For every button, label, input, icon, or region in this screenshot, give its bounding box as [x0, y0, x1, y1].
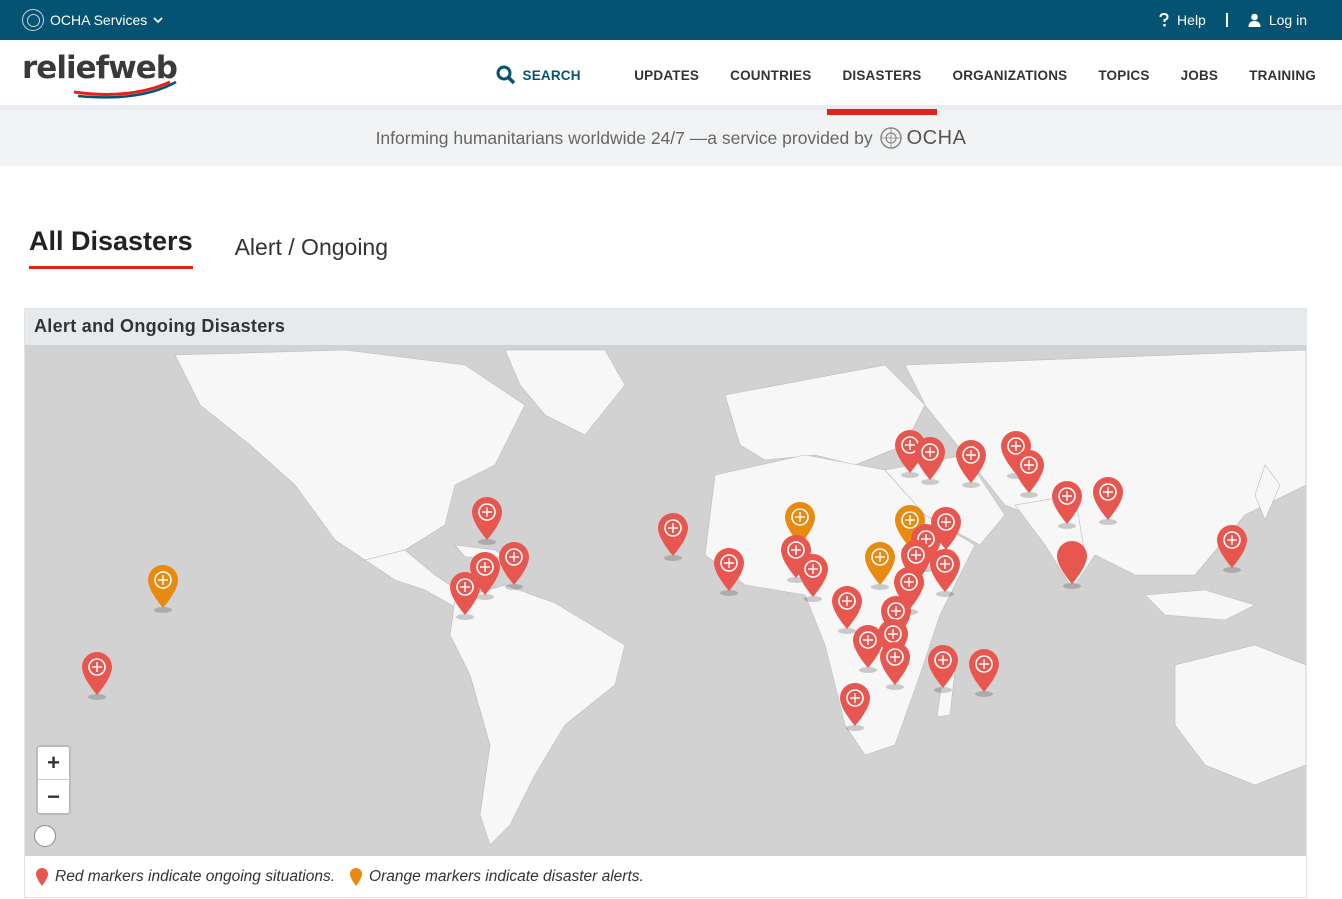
user-icon — [1248, 13, 1261, 27]
nav-jobs[interactable]: JOBS — [1165, 40, 1234, 110]
disaster-marker-epidemic[interactable] — [447, 569, 483, 621]
un-emblem-icon — [879, 127, 902, 149]
disaster-marker-storm[interactable] — [927, 546, 963, 598]
legend-red-text: Red markers indicate ongoing situations. — [55, 868, 336, 885]
disaster-marker-cyclone[interactable] — [925, 642, 961, 694]
disaster-marker-drought[interactable] — [145, 562, 181, 614]
nav-organizations[interactable]: ORGANIZATIONS — [937, 40, 1083, 110]
tagline-text: Informing humanitarians worldwide 24/7 —… — [375, 127, 873, 148]
disaster-marker-flood[interactable] — [1090, 474, 1126, 526]
nav-search[interactable]: SEARCH — [480, 40, 619, 110]
disaster-marker-drought[interactable] — [912, 434, 948, 486]
disaster-marker-drought[interactable] — [1011, 447, 1047, 499]
tagline: Informing humanitarians worldwide 24/7 —… — [0, 110, 1342, 166]
zoom-control: + − — [36, 745, 71, 815]
disaster-marker-biohazard[interactable] — [711, 545, 747, 597]
nav-search-label: SEARCH — [522, 67, 581, 83]
help-link[interactable]: Help — [1159, 12, 1206, 28]
ocha-logo: OCHA — [879, 126, 967, 150]
disaster-marker-flood[interactable] — [1049, 478, 1085, 530]
ocha-services-menu[interactable]: OCHA Services — [22, 9, 163, 31]
disaster-marker-none[interactable] — [1054, 538, 1090, 590]
disaster-marker-volcano[interactable] — [79, 649, 115, 701]
disaster-map[interactable]: + − — [25, 345, 1306, 856]
disaster-marker-biohazard[interactable] — [795, 551, 831, 603]
tab-alert-ongoing[interactable]: Alert / Ongoing — [235, 226, 388, 269]
attribution-icon[interactable] — [34, 825, 56, 847]
zoom-out-button[interactable]: − — [38, 780, 69, 813]
help-label: Help — [1177, 12, 1206, 28]
disaster-marker-cyclone[interactable] — [966, 646, 1002, 698]
map-panel-title: Alert and Ongoing Disasters — [25, 309, 1306, 345]
login-label: Log in — [1268, 12, 1307, 28]
main-nav: SEARCH UPDATES COUNTRIES DISASTERS ORGAN… — [480, 40, 1332, 115]
disaster-marker-drought[interactable] — [953, 437, 989, 489]
search-icon — [496, 65, 515, 85]
tab-all-disasters[interactable]: All Disasters — [29, 226, 193, 269]
ocha-text: OCHA — [906, 126, 967, 149]
site-header: reliefweb SEARCH UPDATES COUNTRIES DISAS… — [0, 40, 1342, 115]
map-panel: Alert and Ongoing Disasters + − Red mark… — [24, 308, 1307, 898]
divider — [1225, 13, 1228, 27]
red-marker-icon — [36, 868, 48, 886]
legend-orange-text: Orange markers indicate disaster alerts. — [369, 868, 644, 885]
question-icon — [1159, 13, 1169, 27]
nav-countries[interactable]: COUNTRIES — [715, 40, 827, 110]
disaster-tabs: All Disasters Alert / Ongoing — [29, 226, 388, 269]
logo-swoosh-icon — [73, 80, 177, 99]
reliefweb-logo[interactable]: reliefweb — [22, 50, 178, 99]
orange-marker-icon — [350, 868, 363, 886]
zoom-in-button[interactable]: + — [38, 747, 69, 780]
top-bar: OCHA Services Help Log in — [0, 0, 1342, 40]
un-emblem-icon — [22, 9, 44, 31]
ocha-services-label: OCHA Services — [50, 12, 148, 28]
login-link[interactable]: Log in — [1248, 12, 1307, 28]
nav-updates[interactable]: UPDATES — [619, 40, 715, 110]
nav-disasters[interactable]: DISASTERS — [826, 40, 938, 115]
map-legend: Red markers indicate ongoing situations.… — [25, 856, 1306, 898]
chevron-down-icon — [153, 17, 163, 24]
disaster-marker-cyclone[interactable] — [1214, 522, 1250, 574]
nav-training[interactable]: TRAINING — [1234, 40, 1332, 110]
disaster-marker-flood[interactable] — [837, 680, 873, 732]
disaster-marker-drought[interactable] — [655, 510, 691, 562]
nav-topics[interactable]: TOPICS — [1083, 40, 1165, 110]
world-map-land — [174, 349, 1306, 846]
disaster-marker-cyclone[interactable] — [877, 639, 913, 691]
